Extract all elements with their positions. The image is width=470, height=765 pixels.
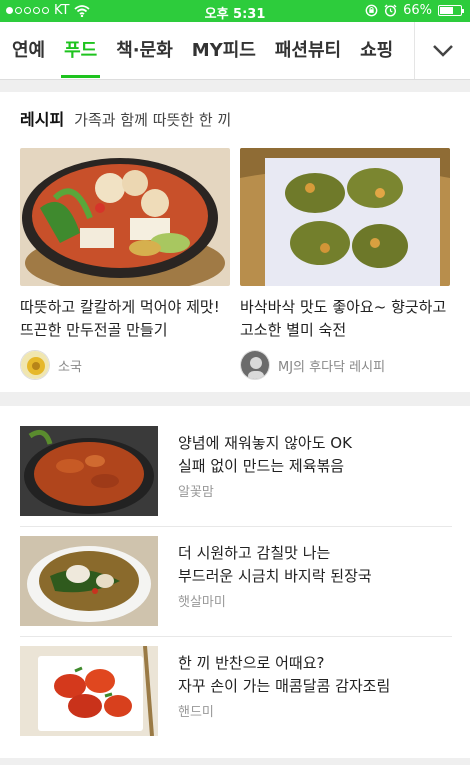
- divider: [20, 636, 452, 637]
- avatar: [240, 350, 270, 380]
- list-item-author: 핸드미: [178, 705, 214, 720]
- dumpling-hotpot-image: [20, 148, 230, 286]
- crown-daisy-pancake-image: [240, 148, 450, 286]
- section-label: 레시피: [20, 110, 65, 129]
- chevron-down-icon: [432, 45, 453, 57]
- tab-shopping[interactable]: 쇼핑: [360, 22, 393, 79]
- list-item-author: 햇살마미: [178, 595, 226, 610]
- divider: [20, 526, 452, 527]
- alarm-icon: [384, 4, 397, 17]
- tab-books-culture[interactable]: 책·문화: [116, 22, 173, 79]
- status-right: 66%: [365, 3, 464, 18]
- tab-entertainment[interactable]: 연예: [12, 22, 45, 79]
- category-tab-bar: 연예 푸드 책·문화 MY피드 패션뷰티 쇼핑: [0, 22, 470, 80]
- tab-food[interactable]: 푸드: [61, 22, 101, 79]
- author-name: 소국: [58, 359, 82, 375]
- recipe-card[interactable]: 따뜻하고 칼칼하게 먹어야 제맛! 뜨끈한 만두전골 만들기 소국: [20, 148, 230, 380]
- list-item[interactable]: 한 끼 반찬으로 어때요? 자꾸 손이 가는 매콤달콤 감자조림 핸드미: [20, 646, 452, 744]
- recipe-author[interactable]: MJ의 후다닥 레시피: [240, 350, 450, 380]
- list-item[interactable]: 양념에 재워놓지 않아도 OK 실패 없이 만드는 제육볶음 알꽃맘: [20, 426, 452, 524]
- tab-fashion-beauty[interactable]: 패션뷰티: [275, 22, 341, 79]
- rotation-lock-icon: [365, 4, 378, 17]
- list-item-title: 양념에 재워놓지 않아도 OK 실패 없이 만드는 제육볶음: [178, 434, 352, 475]
- author-name: MJ의 후다닥 레시피: [278, 359, 386, 375]
- list-item-title: 한 끼 반찬으로 어때요? 자꾸 손이 가는 매콤달콤 감자조림: [178, 654, 391, 695]
- avatar: [20, 350, 50, 380]
- list-item-text: 한 끼 반찬으로 어때요? 자꾸 손이 가는 매콤달콤 감자조림 핸드미: [178, 652, 448, 720]
- list-item-title: 더 시원하고 감칠맛 나는 부드러운 시금치 바지락 된장국: [178, 544, 372, 585]
- recipe-header: 레시피 가족과 함께 따뜻한 한 끼: [20, 106, 231, 130]
- recipe-title: 바삭바삭 맛도 좋아요~ 향긋하고 고소한 별미 숙전: [240, 298, 447, 339]
- recipe-author[interactable]: 소국: [20, 350, 230, 380]
- recipe-card[interactable]: 바삭바삭 맛도 좋아요~ 향긋하고 고소한 별미 숙전 MJ의 후다닥 레시피: [240, 148, 450, 380]
- braised-potato-image: [20, 646, 158, 736]
- recipe-section: 레시피 가족과 함께 따뜻한 한 끼 따뜻하고 칼칼하게 먹어야 제맛! 뜨끈한…: [0, 92, 470, 392]
- recipe-title: 따뜻하고 칼칼하게 먹어야 제맛! 뜨끈한 만두전골 만들기: [20, 298, 220, 339]
- more-tabs-button[interactable]: [414, 22, 470, 79]
- list-item-text: 더 시원하고 감칠맛 나는 부드러운 시금치 바지락 된장국 햇살마미: [178, 542, 448, 610]
- tab-list: 연예 푸드 책·문화 MY피드 패션뷰티 쇼핑: [12, 22, 393, 79]
- list-item[interactable]: 더 시원하고 감칠맛 나는 부드러운 시금치 바지락 된장국 햇살마미: [20, 536, 452, 634]
- status-bar: KT 오후 5:31 66%: [0, 0, 470, 22]
- section-subtitle: 가족과 함께 따뜻한 한 끼: [74, 111, 232, 129]
- list-item-text: 양념에 재워놓지 않아도 OK 실패 없이 만드는 제육볶음 알꽃맘: [178, 432, 448, 500]
- recipe-list-section: 양념에 재워놓지 않아도 OK 실패 없이 만드는 제육볶음 알꽃맘 더 시원하…: [0, 406, 470, 758]
- list-item-author: 알꽃맘: [178, 485, 214, 500]
- spicy-pork-image: [20, 426, 158, 516]
- spinach-clam-soup-image: [20, 536, 158, 626]
- tab-my-feed[interactable]: MY피드: [192, 22, 256, 79]
- battery-percent: 66%: [403, 3, 432, 18]
- battery-icon: [438, 5, 464, 16]
